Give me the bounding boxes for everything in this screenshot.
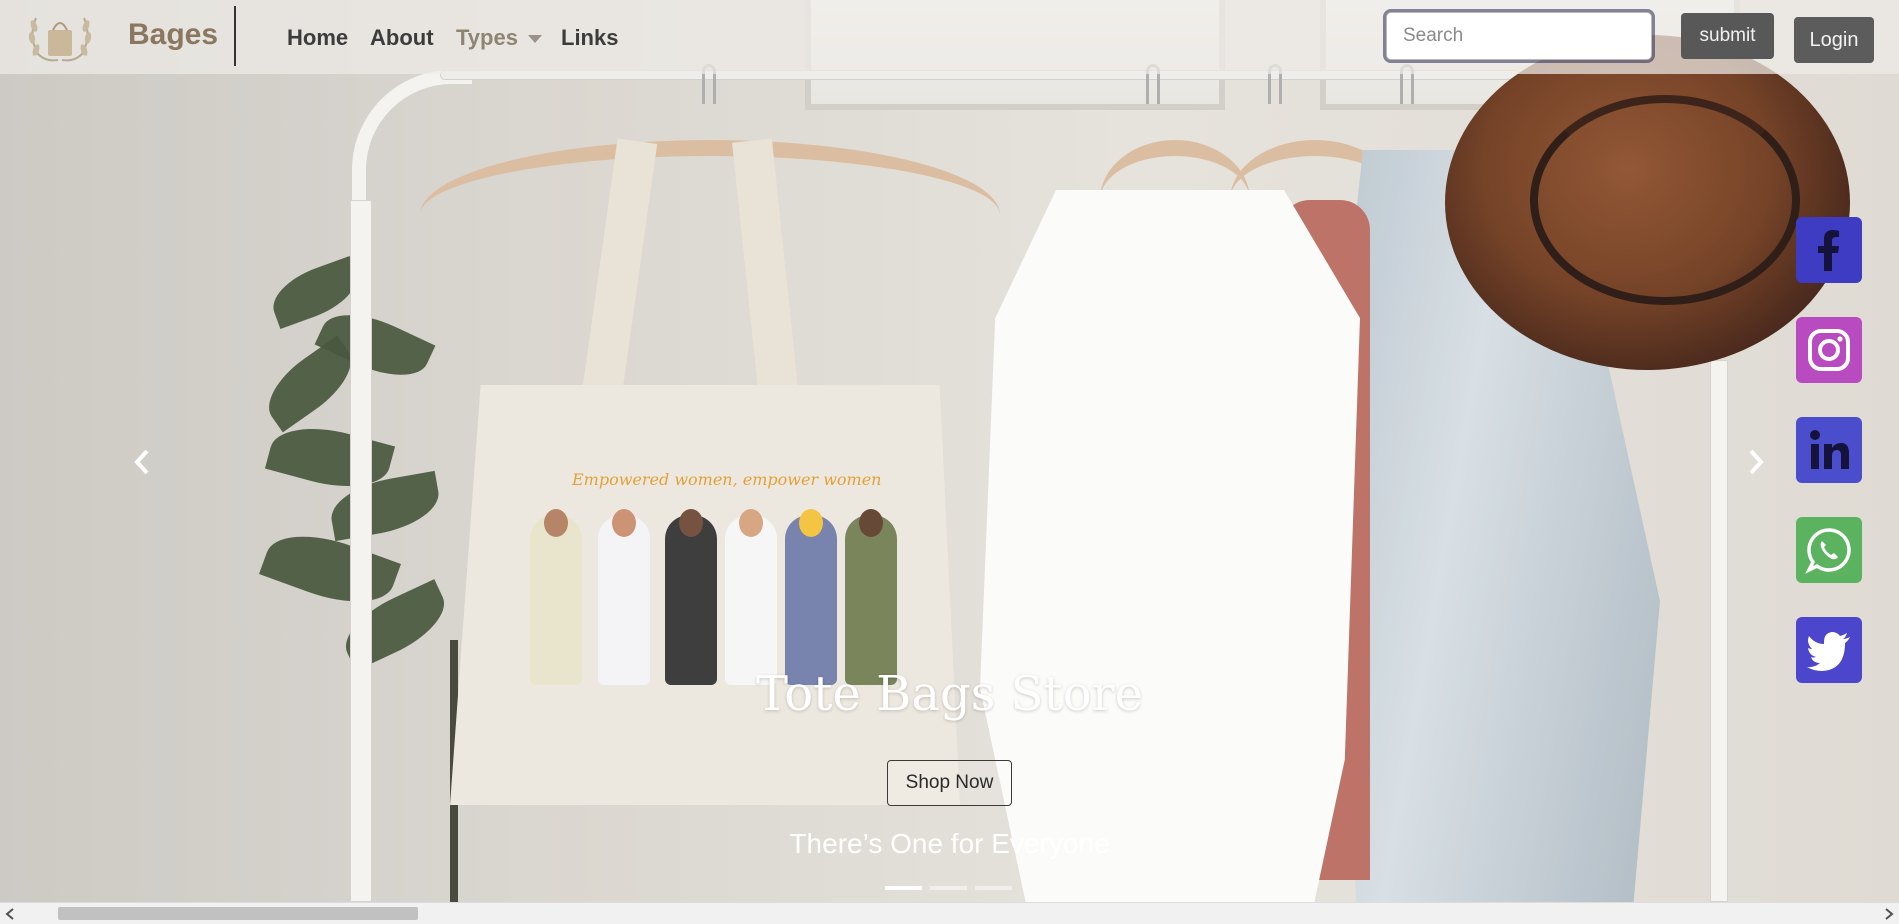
linkedin-icon xyxy=(1810,430,1849,469)
horizontal-scrollbar[interactable] xyxy=(0,902,1899,924)
facebook-link[interactable] xyxy=(1796,217,1862,283)
chevron-right-icon xyxy=(1749,449,1764,475)
navbar-divider xyxy=(234,6,236,66)
chevron-left-icon xyxy=(134,449,149,475)
scroll-right-icon[interactable] xyxy=(1881,906,1897,922)
caret-down-icon xyxy=(527,35,542,44)
twitter-icon xyxy=(1807,632,1850,671)
navbar: Bages Home About Types Links submit Logi… xyxy=(0,0,1899,74)
instagram-link[interactable] xyxy=(1796,317,1862,383)
hero-title: Tote Bags Store xyxy=(755,666,1144,722)
nav-link-about[interactable]: About xyxy=(370,25,434,51)
whatsapp-icon xyxy=(1805,528,1851,574)
instagram-icon xyxy=(1808,329,1850,371)
nav-link-home[interactable]: Home xyxy=(287,25,348,51)
facebook-icon xyxy=(1818,230,1839,271)
carousel-indicators xyxy=(885,886,1012,890)
scroll-left-icon[interactable] xyxy=(2,906,18,922)
twitter-link[interactable] xyxy=(1796,617,1862,683)
carousel-next-button[interactable] xyxy=(1736,440,1776,484)
shop-now-button[interactable]: Shop Now xyxy=(887,760,1012,806)
login-button[interactable]: Login xyxy=(1794,17,1874,63)
brand-name[interactable]: Bages xyxy=(128,18,218,52)
carousel-indicator-3[interactable] xyxy=(975,886,1012,890)
whatsapp-link[interactable] xyxy=(1796,517,1862,583)
nav-dropdown-label: Types xyxy=(456,25,518,50)
submit-button[interactable]: submit xyxy=(1681,13,1774,59)
carousel-indicator-2[interactable] xyxy=(930,886,967,890)
carousel-indicator-1[interactable] xyxy=(885,886,922,890)
scrollbar-thumb[interactable] xyxy=(58,907,418,920)
nav-link-links[interactable]: Links xyxy=(561,25,618,51)
search-input[interactable] xyxy=(1386,12,1652,60)
nav-dropdown-types[interactable]: Types xyxy=(456,25,542,51)
carousel-prev-button[interactable] xyxy=(122,440,162,484)
tote-bag-logo-icon xyxy=(28,17,92,62)
brand-logo[interactable] xyxy=(20,9,100,65)
hero-subtitle: There’s One for Everyone xyxy=(789,828,1110,859)
linkedin-link[interactable] xyxy=(1796,417,1862,483)
